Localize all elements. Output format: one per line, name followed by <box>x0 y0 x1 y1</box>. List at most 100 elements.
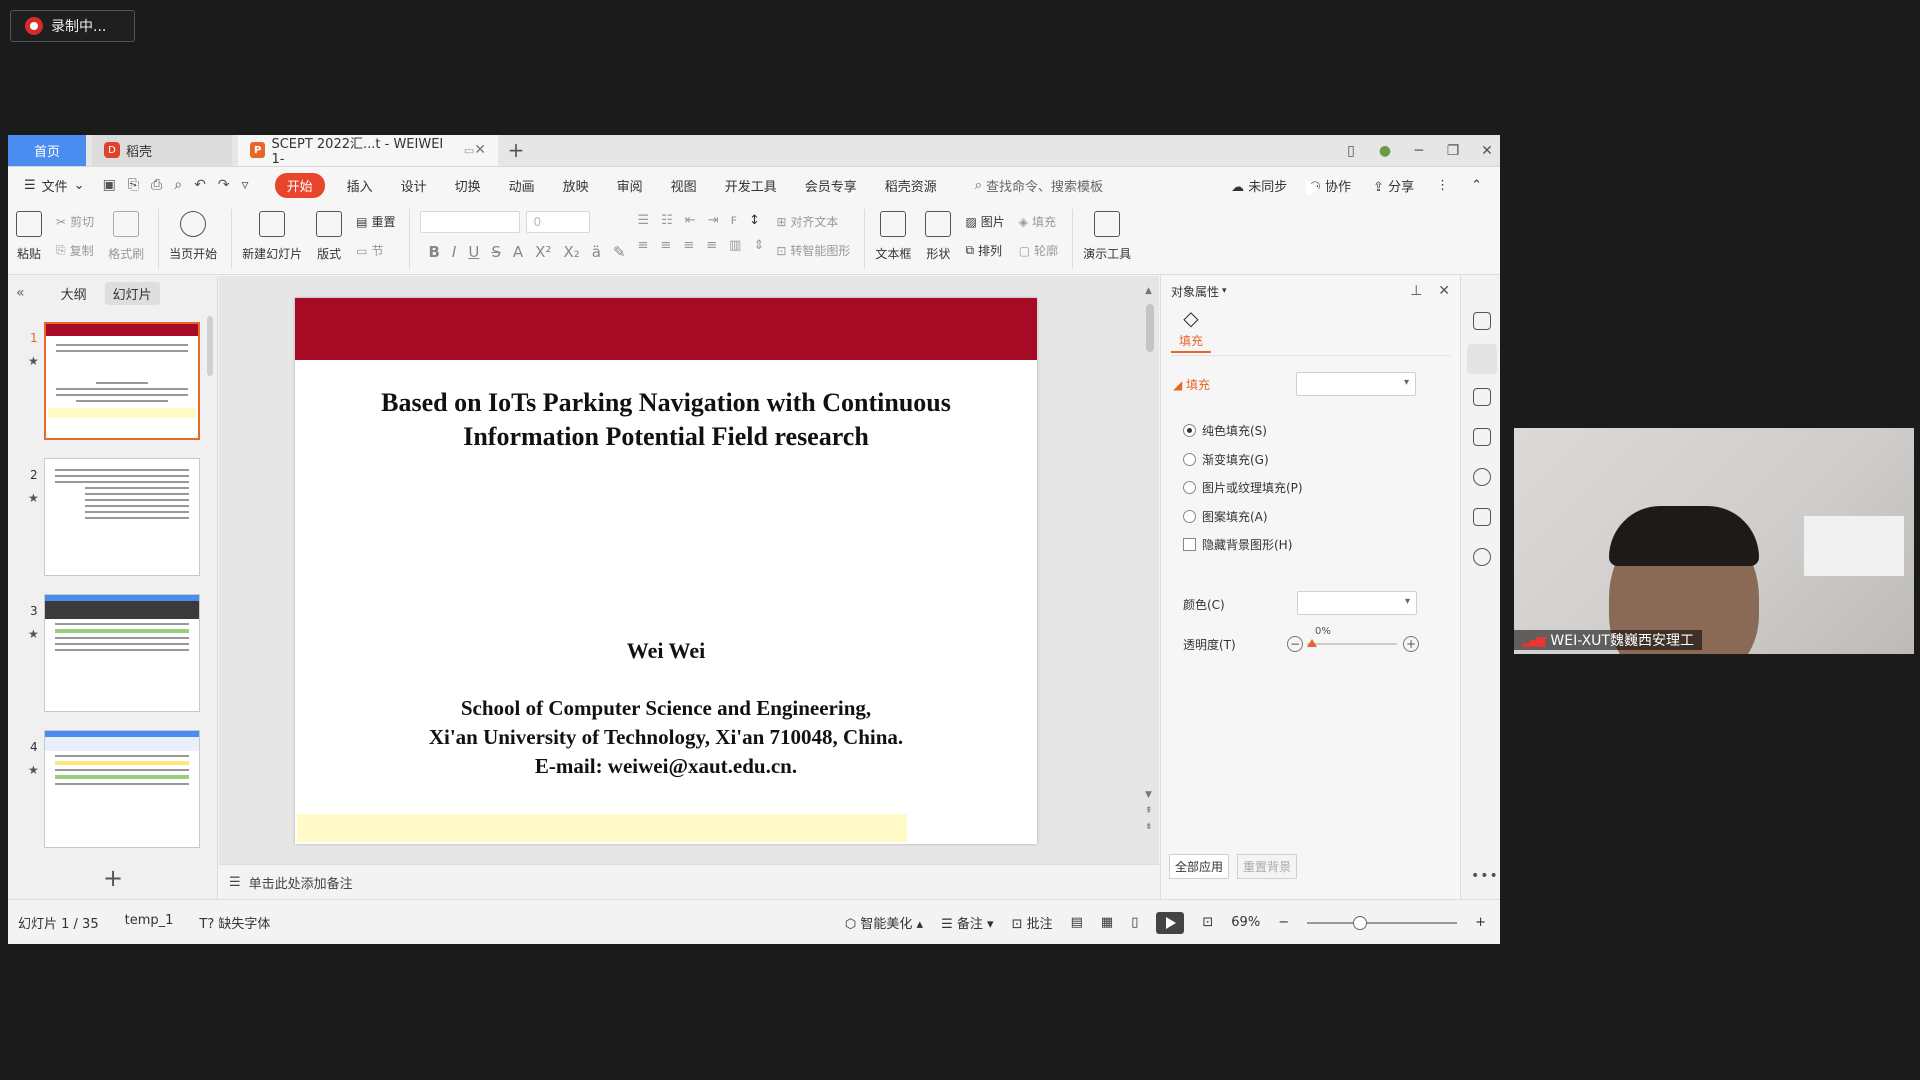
pin-icon[interactable]: ⊥ <box>1410 283 1422 299</box>
distribute-icon[interactable]: ▥ <box>729 238 741 253</box>
menu-slideshow[interactable]: 放映 <box>563 176 589 195</box>
webcam-video[interactable]: ▂▄▆ WEI-XUT魏巍西安理工 <box>1514 428 1914 654</box>
file-menu[interactable]: ☰ 文件 ⌄ <box>24 176 85 195</box>
align-center-icon[interactable]: ≡ <box>660 238 671 253</box>
cut-button[interactable]: ✂ 剪切 <box>56 213 94 230</box>
slide-footer-box[interactable] <box>297 814 907 842</box>
collapse-ribbon-icon[interactable]: ⌃ <box>1471 178 1482 193</box>
new-tab-button[interactable]: + <box>498 135 534 166</box>
slider-knob[interactable] <box>1307 639 1317 647</box>
canvas-scrollbar[interactable]: ▲ ▼ ⇞ ⇟ <box>1143 282 1157 842</box>
menu-view[interactable]: 视图 <box>671 176 697 195</box>
underline-icon[interactable]: U <box>468 243 479 261</box>
slide-affiliation[interactable]: School of Computer Science and Engineeri… <box>295 694 1037 781</box>
shape-button[interactable]: 形状 <box>925 207 952 262</box>
apply-all-button[interactable]: 全部应用 <box>1169 854 1230 879</box>
window-layout-icon[interactable]: ▯ <box>1344 143 1358 159</box>
avatar[interactable]: ● <box>1378 143 1392 159</box>
unsynced-button[interactable]: ☁ 未同步 <box>1231 176 1287 195</box>
scroll-thumb[interactable] <box>1146 304 1154 352</box>
fill-button[interactable]: ◈ 填充 <box>1019 213 1058 230</box>
presentation-tools-button[interactable]: 演示工具 <box>1083 207 1131 262</box>
slide-thumbnail-2[interactable] <box>44 458 200 576</box>
close-icon[interactable]: ✕ <box>1480 143 1494 159</box>
checkbox[interactable] <box>1183 538 1196 551</box>
new-slide-button[interactable]: 新建幻灯片 <box>242 207 302 262</box>
phonetic-icon[interactable]: ä <box>592 243 601 261</box>
menu-developer[interactable]: 开发工具 <box>725 176 777 195</box>
reset-button[interactable]: ▤ 重置 <box>356 213 395 230</box>
outline-button[interactable]: ▢ 轮廓 <box>1019 242 1058 259</box>
subscript-icon[interactable]: X₂ <box>563 243 579 261</box>
share-button[interactable]: ⇪ 分享 <box>1373 176 1414 195</box>
properties-icon[interactable] <box>1467 344 1497 374</box>
transparency-slider[interactable] <box>1307 639 1397 647</box>
props-title[interactable]: 对象属性 <box>1171 283 1219 300</box>
font-size-input[interactable]: 0 <box>526 211 591 233</box>
zoom-level[interactable]: 69% <box>1231 915 1260 930</box>
fill-section-toggle[interactable]: ◢ 填充 <box>1173 376 1210 393</box>
play-slideshow-icon[interactable] <box>1156 911 1185 934</box>
missing-font-button[interactable]: T? 缺失字体 <box>199 913 270 932</box>
transition-icon[interactable] <box>1473 428 1491 446</box>
font-name-input[interactable] <box>420 211 521 233</box>
slide-panel-scrollbar[interactable] <box>207 316 213 376</box>
highlight-icon[interactable]: ✎ <box>613 243 626 261</box>
sync-status-icon[interactable]: ▭ <box>464 144 474 157</box>
customize-icon[interactable]: ▿ <box>242 177 249 193</box>
smart-graphic-button[interactable]: ⊡ 转智能图形 <box>776 242 850 259</box>
gradient-fill-option[interactable]: 渐变填充(G) <box>1183 451 1269 468</box>
radio-selected[interactable] <box>1183 424 1196 437</box>
picture-fill-option[interactable]: 图片或纹理填充(P) <box>1183 479 1303 496</box>
menu-review[interactable]: 审阅 <box>617 176 643 195</box>
radio[interactable] <box>1183 453 1196 466</box>
tab-slides[interactable]: 幻灯片 <box>104 281 160 305</box>
picture-tool-icon[interactable] <box>1473 508 1491 526</box>
indent-increase-icon[interactable]: ⇥ <box>708 213 719 228</box>
menu-daoke-resources[interactable]: 稻壳资源 <box>885 176 937 195</box>
spacing-icon[interactable]: ⇕ <box>753 238 764 253</box>
tab-daoke[interactable]: D 稻壳 <box>92 135 232 166</box>
star-icon[interactable] <box>1473 388 1491 406</box>
radio[interactable] <box>1183 481 1196 494</box>
layout-button[interactable]: 版式 <box>316 207 343 262</box>
solid-fill-option[interactable]: 纯色填充(S) <box>1183 422 1267 439</box>
menu-design[interactable]: 设计 <box>401 176 427 195</box>
copy-button[interactable]: ⎘ 复制 <box>56 242 94 259</box>
font-color-icon[interactable]: A <box>513 243 523 261</box>
align-right-icon[interactable]: ≡ <box>683 238 694 253</box>
reading-view-icon[interactable]: ▯ <box>1131 915 1138 930</box>
menu-insert[interactable]: 插入 <box>347 176 373 195</box>
section-button[interactable]: ▭ 节 <box>356 242 395 259</box>
preview-icon[interactable]: ⌕ <box>174 177 182 193</box>
add-slide-icon[interactable]: + <box>103 864 123 892</box>
text-direction-icon[interactable]: ꜰ <box>731 213 737 228</box>
notes-area[interactable]: ☰ 单击此处添加备注 <box>219 864 1159 899</box>
italic-icon[interactable]: I <box>452 243 456 261</box>
tab-document[interactable]: P SCEPT 2022汇...t - WEIWEI 1- ▭ ✕ <box>238 135 498 167</box>
prev-slide-icon[interactable]: ⇞ <box>1145 806 1153 816</box>
bullets-icon[interactable]: ☰ <box>638 213 650 228</box>
hide-background-option[interactable]: 隐藏背景图形(H) <box>1183 536 1292 553</box>
strikethrough-icon[interactable]: S <box>491 243 501 261</box>
scroll-down-icon[interactable]: ▼ <box>1145 790 1152 800</box>
minimize-icon[interactable]: ─ <box>1412 143 1426 159</box>
fill-type-select[interactable] <box>1296 372 1416 396</box>
undo-icon[interactable]: ↶ <box>194 177 206 193</box>
more-icon[interactable]: ⋮ <box>1436 178 1449 193</box>
tab-home[interactable]: 首页 <box>8 135 86 166</box>
redo-icon[interactable]: ↷ <box>218 177 230 193</box>
slide-thumbnail-1[interactable] <box>44 322 200 440</box>
radio[interactable] <box>1183 510 1196 523</box>
zoom-knob[interactable] <box>1353 915 1368 930</box>
tab-fill[interactable]: ◇ 填充 <box>1171 306 1211 353</box>
zoom-slider[interactable] <box>1307 915 1458 930</box>
recording-badge[interactable]: 录制中... <box>10 10 135 42</box>
numbering-icon[interactable]: ☷ <box>661 213 673 228</box>
close-panel-icon[interactable]: ✕ <box>1438 283 1450 299</box>
picture-button[interactable]: ▨ 图片 <box>965 213 1004 230</box>
slide-thumbnail-4[interactable] <box>44 730 200 848</box>
pattern-fill-option[interactable]: 图案填充(A) <box>1183 508 1268 525</box>
restore-icon[interactable]: ❐ <box>1446 143 1460 159</box>
template-name[interactable]: temp_1 <box>125 913 174 932</box>
